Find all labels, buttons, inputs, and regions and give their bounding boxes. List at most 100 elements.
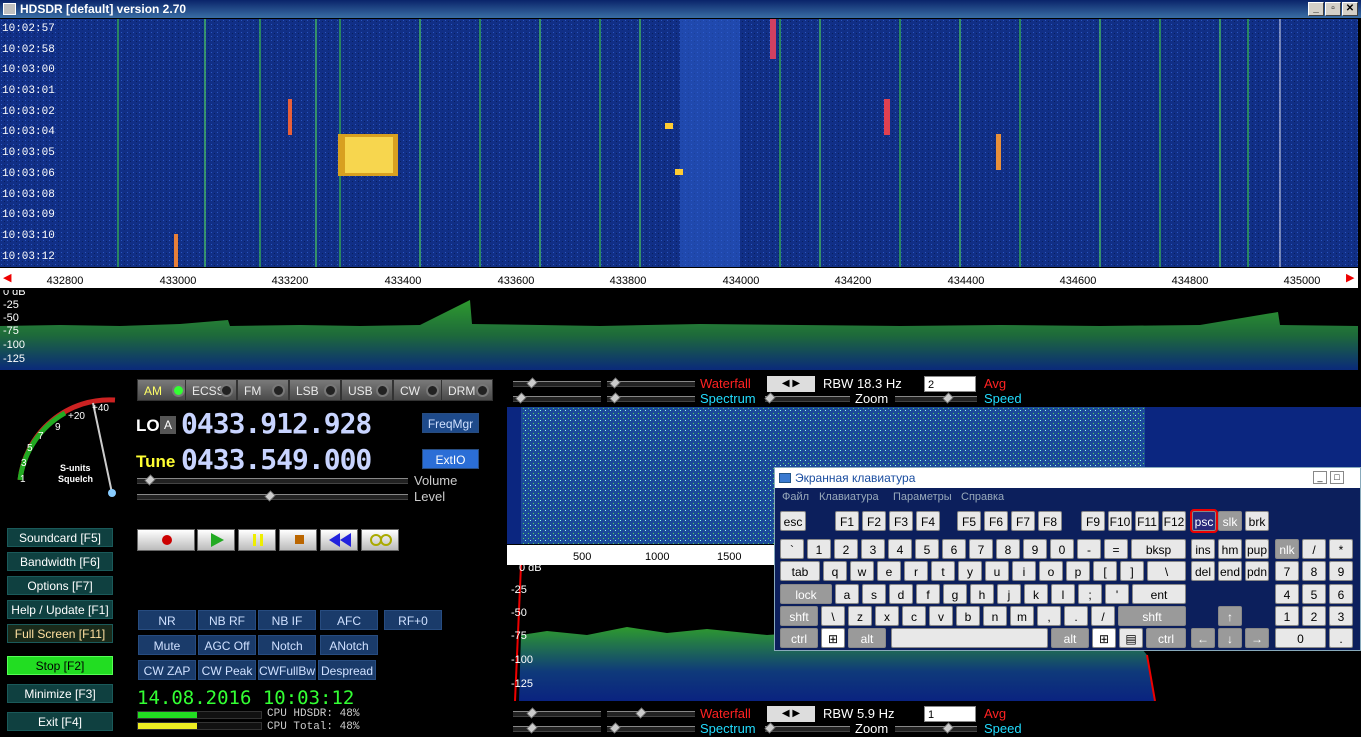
stop-playback-button[interactable] [279,529,317,551]
mode-am-button[interactable]: AM [137,379,189,401]
minimize-button[interactable]: _ [1308,2,1324,16]
key-numpad-1[interactable]: 1 [1275,606,1299,626]
key-equals[interactable]: = [1104,539,1128,559]
key-alt-right[interactable]: alt [1051,628,1089,648]
key-f4[interactable]: F4 [916,511,940,531]
options-button[interactable]: Options [F7] [7,576,113,595]
osk-menu-params[interactable]: Параметры [893,488,952,506]
key-j[interactable]: j [997,584,1021,604]
key-l[interactable]: l [1051,584,1075,604]
key-numpad-4[interactable]: 4 [1275,584,1299,604]
speed-slider-bottom[interactable] [895,722,977,734]
key-f10[interactable]: F10 [1108,511,1132,531]
key-hm[interactable]: hm [1218,539,1242,559]
key-a[interactable]: a [835,584,859,604]
zoom-slider-bottom[interactable] [764,722,850,734]
key-pdn[interactable]: pdn [1245,561,1269,581]
key-space[interactable] [891,628,1048,648]
anotch-button[interactable]: ANotch [320,635,378,655]
full-screen-button[interactable]: Full Screen [F11] [7,624,113,643]
key-f12[interactable]: F12 [1162,511,1186,531]
key-arrow-down[interactable]: ↓ [1218,628,1242,648]
waterfall-slider-4[interactable] [607,707,695,719]
zoom-slider[interactable] [764,392,850,404]
record-button[interactable] [137,529,195,551]
key-arrow-right[interactable]: → [1245,628,1269,648]
key-alt-left[interactable]: alt [848,628,886,648]
key-slash[interactable]: / [1091,606,1115,626]
key-tab[interactable]: tab [780,561,820,581]
key-h[interactable]: h [970,584,994,604]
key-slk[interactable]: slk [1218,511,1242,531]
windows-logo-icon[interactable]: ⊞ [821,628,845,648]
key-e[interactable]: e [877,561,901,581]
key-numpad-9[interactable]: 9 [1329,561,1353,581]
rf-gain-button[interactable]: RF+0 [384,610,442,630]
key-arrow-left[interactable]: ← [1191,628,1215,648]
key-numpad-2[interactable]: 2 [1302,606,1326,626]
key-minus[interactable]: - [1077,539,1101,559]
afc-button[interactable]: AFC [320,610,378,630]
soundcard-button[interactable]: Soundcard [F5] [7,528,113,547]
frequency-axis[interactable]: ◀ 432800 433000 433200 433400 433600 433… [0,268,1358,288]
key-9[interactable]: 9 [1023,539,1047,559]
help-update-button[interactable]: Help / Update [F1] [7,600,113,619]
minimize-app-button[interactable]: Minimize [F3] [7,684,113,703]
key-numpad-0[interactable]: 0 [1275,628,1326,648]
cw-zap-button[interactable]: CW ZAP [138,660,196,680]
key-numpad-decimal[interactable]: . [1329,628,1353,648]
key-m[interactable]: m [1010,606,1034,626]
key-backslash[interactable]: \ [1147,561,1186,581]
key-f2[interactable]: F2 [862,511,886,531]
key-comma[interactable]: , [1037,606,1061,626]
key-numpad-7[interactable]: 7 [1275,561,1299,581]
key-g[interactable]: g [943,584,967,604]
key-psc[interactable]: psc [1190,509,1218,533]
osk-menu-help[interactable]: Справка [961,488,1004,506]
key-p[interactable]: p [1066,561,1090,581]
despread-button[interactable]: Despread [318,660,376,680]
key-enter[interactable]: ent [1132,584,1186,604]
osk-maximize-button[interactable]: □ [1330,471,1344,484]
key-backslash-2[interactable]: \ [821,606,845,626]
mode-drm-button[interactable]: DRM [441,379,493,401]
key-d[interactable]: d [889,584,913,604]
key-f9[interactable]: F9 [1081,511,1105,531]
menu-key-icon[interactable]: ▤ [1119,628,1143,648]
spectrum-slider-1[interactable] [513,392,601,404]
key-numpad-5[interactable]: 5 [1302,584,1326,604]
mute-button[interactable]: Mute [138,635,196,655]
key-f11[interactable]: F11 [1135,511,1159,531]
osk-menu-file[interactable]: Файл [782,488,809,506]
key-shift-left[interactable]: shft [780,606,818,626]
spectrum-slider-2[interactable] [607,392,695,404]
key-b[interactable]: b [956,606,980,626]
key-2[interactable]: 2 [834,539,858,559]
scroll-right-arrow-icon[interactable]: ▶ [1346,271,1354,284]
nb-rf-button[interactable]: NB RF [198,610,256,630]
key-shift-right[interactable]: shft [1118,606,1186,626]
extio-button[interactable]: ExtIO [422,449,479,469]
key-bksp[interactable]: bksp [1131,539,1186,559]
rewind-button[interactable] [320,529,358,551]
avg-top-select[interactable]: 2 [924,376,976,392]
key-numpad-3[interactable]: 3 [1329,606,1353,626]
key-u[interactable]: u [985,561,1009,581]
waterfall-arrows-bottom[interactable]: ◀ ▶ [767,706,815,722]
osk-minimize-button[interactable]: _ [1313,471,1327,484]
key-numpad-multiply[interactable]: * [1329,539,1353,559]
key-end[interactable]: end [1218,561,1242,581]
key-x[interactable]: x [875,606,899,626]
key-del[interactable]: del [1191,561,1215,581]
key-7[interactable]: 7 [969,539,993,559]
key-0[interactable]: 0 [1050,539,1074,559]
key-4[interactable]: 4 [888,539,912,559]
agc-button[interactable]: AGC Off [198,635,256,655]
mode-lsb-button[interactable]: LSB [289,379,341,401]
key-semicolon[interactable]: ; [1078,584,1102,604]
key-ctrl-right[interactable]: ctrl [1146,628,1186,648]
lo-frequency[interactable]: 0433.912.928 [181,407,372,440]
key-r[interactable]: r [904,561,928,581]
mode-cw-button[interactable]: CW [393,379,443,401]
key-rbracket[interactable]: ] [1120,561,1144,581]
